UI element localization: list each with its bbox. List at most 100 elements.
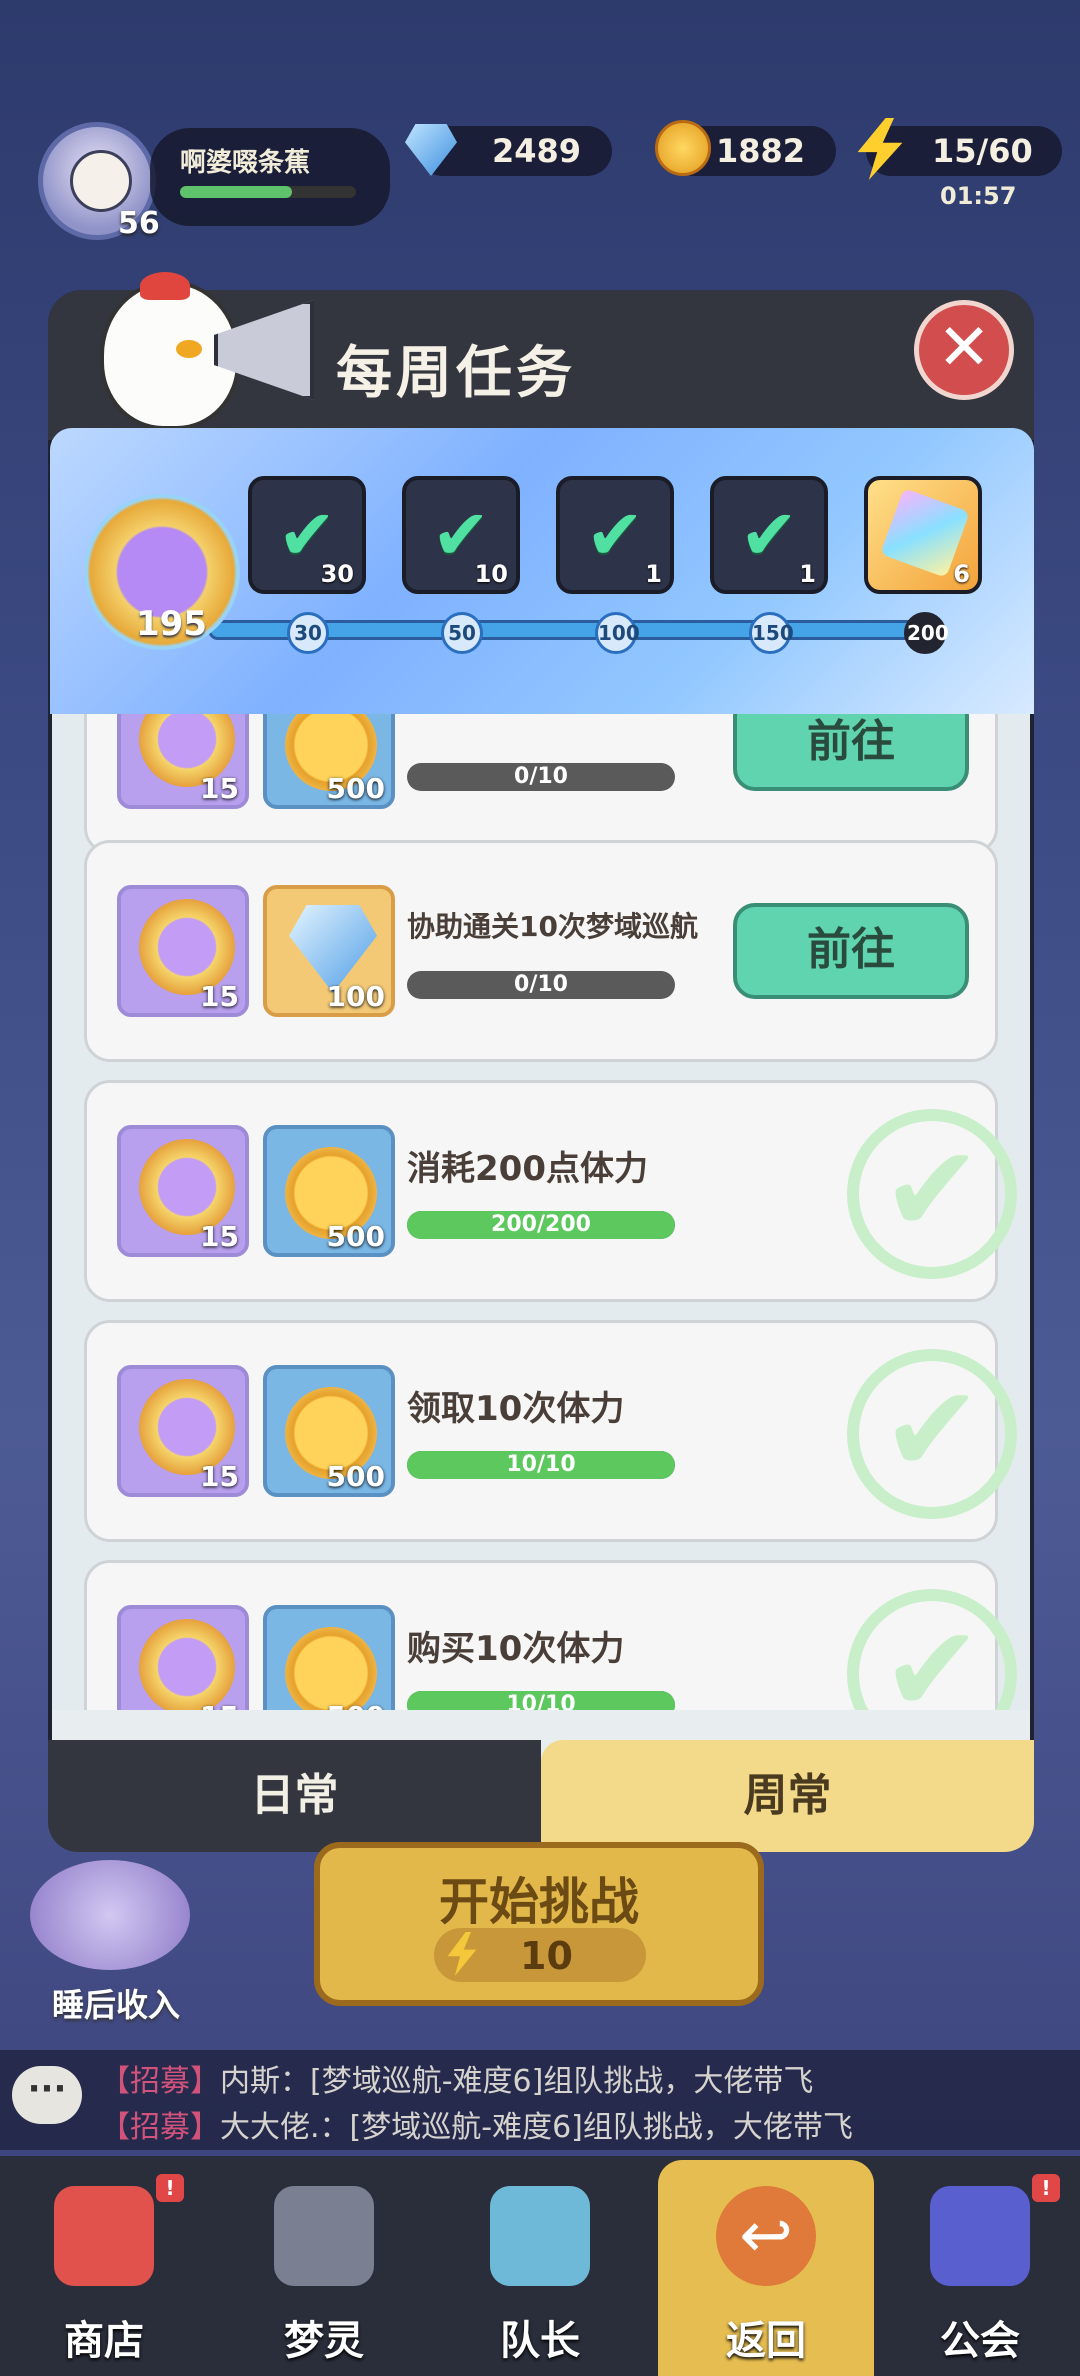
stamina-cost: 10 <box>520 1934 573 1978</box>
nav-icon <box>54 2186 154 2286</box>
reward-count: 15 <box>200 1700 239 1710</box>
task-progress-bar: 0/10 <box>407 971 675 999</box>
milestone-reward-count: 30 <box>320 560 354 588</box>
go-button[interactable]: 前往 <box>733 714 969 791</box>
gems-value: 2489 <box>492 132 582 170</box>
task-tabs: 日常 周常 <box>48 1740 1034 1852</box>
chat-message[interactable]: 【招募】内斯：[梦域巡航-难度6]组队挑战，大佬带飞 <box>100 2056 813 2100</box>
nav-item-公会[interactable]: 公会! <box>890 2166 1070 2366</box>
stamina-value: 15/60 <box>932 132 1033 170</box>
milestone-node: 150 <box>749 612 794 654</box>
xp-bar-fill <box>180 186 292 198</box>
nav-label: 梦灵 <box>284 2318 364 2364</box>
chat-message[interactable]: 【招募】大大佬.：[梦域巡航-难度6]组队挑战，大佬带飞 <box>100 2102 853 2146</box>
chicken-comb <box>140 272 190 300</box>
milestone-node: 200 <box>904 612 949 654</box>
task-title: 购买10次体力 <box>407 1629 625 1669</box>
nav-item-商店[interactable]: 商店! <box>14 2166 194 2366</box>
chat-text: 内斯：[梦域巡航-难度6]组队挑战，大佬带飞 <box>220 2064 814 2099</box>
tab-weekly[interactable]: 周常 <box>541 1740 1034 1852</box>
task-progress-text: 0/10 <box>514 764 568 789</box>
nav-icon <box>490 2186 590 2286</box>
reward-medal: 15 <box>117 1605 249 1710</box>
nav-label: 公会 <box>940 2318 1020 2364</box>
milestone-reward-count: 1 <box>645 560 662 588</box>
stamina-timer: 01:57 <box>940 182 1017 210</box>
go-button[interactable]: 前往 <box>733 903 969 999</box>
task-progress-text: 0/10 <box>514 972 568 997</box>
task-progress-text: 10/10 <box>506 1692 576 1710</box>
notification-badge: ! <box>1032 2174 1060 2202</box>
task-title: 协助通关10次梦域巡航 <box>407 910 698 943</box>
milestone-node: 30 <box>287 612 329 654</box>
activity-score: 195 <box>136 604 207 644</box>
nav-item-返回[interactable]: ↩ 返回 <box>676 2166 856 2366</box>
reward-gold: 500 <box>263 1605 395 1710</box>
completed-check-icon: ✔ <box>847 1589 1017 1710</box>
task-list[interactable]: 15 500 0/10 前往 15 100 协助通关10次梦域巡航 0/10 前往 15 500 消耗… <box>52 714 1030 1710</box>
completed-check-icon: ✔ <box>847 1109 1017 1279</box>
start-challenge-label: 开始挑战 <box>439 1873 639 1931</box>
reward-gold: 500 <box>263 1125 395 1257</box>
task-title: 领取10次体力 <box>407 1389 625 1429</box>
chat-text: 大大佬.：[梦域巡航-难度6]组队挑战，大佬带飞 <box>220 2110 853 2145</box>
activity-medal-icon <box>139 1619 235 1710</box>
modal-title: 每周任务 <box>336 341 576 406</box>
nav-icon: ↩ <box>716 2186 816 2286</box>
task-progress-text: 10/10 <box>506 1452 576 1477</box>
task-progress-bar: 10/10 <box>407 1691 675 1710</box>
reward-count: 500 <box>326 1460 385 1493</box>
task-progress-text: 200/200 <box>491 1212 591 1237</box>
milestone-reward-50[interactable]: ✔ 10 <box>402 476 520 594</box>
chat-tag: 【招募】 <box>100 2110 220 2145</box>
milestone-reward-30[interactable]: ✔ 30 <box>248 476 366 594</box>
nav-label: 队长 <box>500 2318 580 2364</box>
milestone-reward-count: 1 <box>799 560 816 588</box>
milestone-reward-count: 6 <box>953 560 970 588</box>
sleep-income-icon[interactable] <box>30 1860 190 1970</box>
reward-count: 100 <box>326 980 385 1013</box>
milestone-node: 50 <box>441 612 483 654</box>
completed-check-icon: ✔ <box>847 1349 1017 1519</box>
milestone-reward-150[interactable]: ✔ 1 <box>710 476 828 594</box>
coin-plus-icon[interactable] <box>655 120 711 176</box>
milestone-node: 100 <box>595 612 640 654</box>
nav-item-队长[interactable]: 队长 <box>450 2166 630 2366</box>
reward-count: 15 <box>200 1220 239 1253</box>
reward-medal: 15 <box>117 1125 249 1257</box>
notification-badge: ! <box>156 2174 184 2202</box>
task-card: 15 500 领取10次体力 10/10 ✔ <box>84 1320 1017 1542</box>
milestone-reward-count: 10 <box>474 560 508 588</box>
reward-count: 15 <box>200 1460 239 1493</box>
reward-count: 15 <box>200 772 239 805</box>
chat-tag: 【招募】 <box>100 2064 220 2099</box>
reward-gold: 500 <box>263 714 395 809</box>
sleep-income-label[interactable]: 睡后收入 <box>52 1980 180 2026</box>
player-name: 啊婆啜条蕉 <box>180 148 311 178</box>
task-card: 15 500 购买10次体力 10/10 ✔ <box>84 1560 1017 1710</box>
nav-item-梦灵[interactable]: 梦灵 <box>234 2166 414 2366</box>
nav-label: 商店 <box>64 2318 144 2364</box>
task-progress-bar: 200/200 <box>407 1211 675 1239</box>
task-progress-bar: 10/10 <box>407 1451 675 1479</box>
milestone-reward-100[interactable]: ✔ 1 <box>556 476 674 594</box>
task-card: 15 500 0/10 前往 <box>84 714 998 854</box>
avatar-face-icon <box>70 150 132 212</box>
gold-coin-icon <box>285 1627 377 1710</box>
reward-count: 500 <box>327 1700 385 1710</box>
nav-label: 返回 <box>726 2318 806 2364</box>
reward-count: 500 <box>326 1220 385 1253</box>
milestone-reward-200[interactable]: 6 <box>864 476 982 594</box>
close-button[interactable]: ✕ <box>914 300 1014 400</box>
player-level: 56 <box>118 206 160 241</box>
reward-gold: 500 <box>263 1365 395 1497</box>
reward-count: 500 <box>326 772 385 805</box>
chicken-beak <box>176 340 202 358</box>
nav-icon <box>274 2186 374 2286</box>
nav-icon <box>930 2186 1030 2286</box>
reward-count: 15 <box>200 980 239 1013</box>
task-title: 消耗200点体力 <box>407 1149 648 1189</box>
reward-medal: 15 <box>117 1365 249 1497</box>
tab-daily[interactable]: 日常 <box>48 1740 541 1852</box>
chat-bubble-icon[interactable]: ··· <box>12 2066 82 2124</box>
